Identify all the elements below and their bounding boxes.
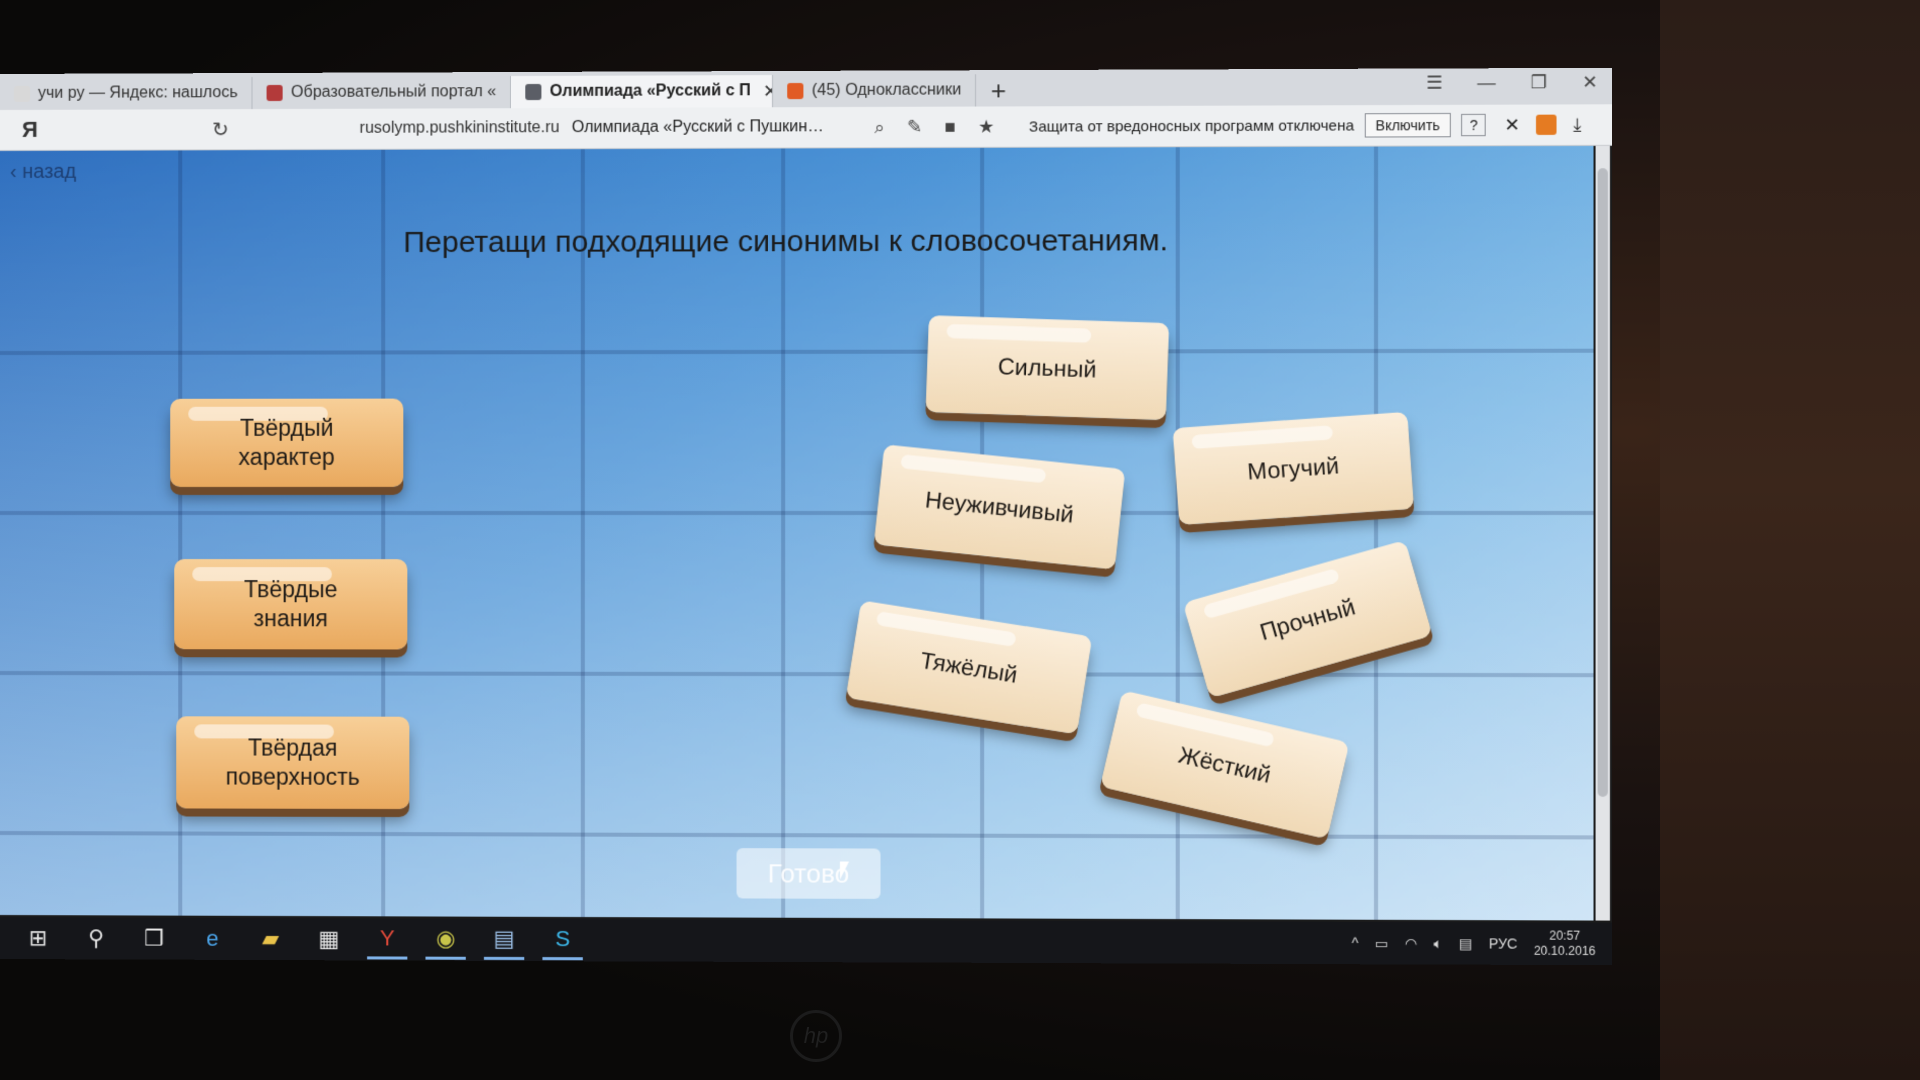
yandex-browser-icon[interactable]: Y <box>367 919 407 959</box>
grid-line <box>0 831 1594 839</box>
option-card-label: Жёсткий <box>1176 740 1274 789</box>
pin-icon[interactable]: ✎ <box>907 116 922 137</box>
enable-protection-button[interactable]: Включить <box>1364 113 1451 138</box>
portal-favicon-icon <box>267 85 283 101</box>
store-icon[interactable]: ▦ <box>309 919 349 959</box>
skype-icon[interactable]: S <box>542 920 582 960</box>
hp-logo-icon: hp <box>790 1010 842 1062</box>
option-card-label: Могучий <box>1246 451 1340 486</box>
close-window-icon[interactable]: ✕ <box>1582 72 1598 93</box>
scrollbar-thumb[interactable] <box>1598 168 1608 797</box>
target-card-label: Твёрдый характер <box>216 414 357 472</box>
browser-tab-bar: учи ру — Яндекс: нашлось Образовательный… <box>0 68 1612 110</box>
tab-label: Олимпиада «Русский с П <box>550 82 751 101</box>
option-card-tyazhelyy[interactable]: Тяжёлый <box>846 600 1093 734</box>
system-tray: ^ ▭ ◠ 🔈︎ ▤ РУС 20:57 20.10.2016 <box>1352 928 1612 959</box>
restore-icon[interactable]: ❐ <box>1531 72 1548 93</box>
new-tab-button[interactable]: + <box>976 74 1020 106</box>
room-background <box>1660 0 1920 1080</box>
window-controls: ☰ — ❐ ✕ <box>1426 72 1598 94</box>
mouse-cursor-icon <box>840 862 849 880</box>
menu-icon[interactable]: ☰ <box>1426 72 1443 93</box>
chevron-left-icon: ‹ <box>10 161 22 183</box>
grid-line <box>0 671 1594 677</box>
volume-icon[interactable]: 🔈︎ <box>1434 935 1443 952</box>
windows-taskbar: ⊞ ⚲ ❒ e ▰ ▦ Y ◉ ▤ S ^ ▭ ◠ 🔈︎ ▤ РУС 20:57… <box>0 917 1612 965</box>
option-card-moguchiy[interactable]: Могучий <box>1173 412 1414 525</box>
tab-label: Образовательный портал « <box>291 83 496 102</box>
close-warning-icon[interactable]: ✕ <box>1504 114 1519 135</box>
search-icon[interactable]: ⚲ <box>76 918 116 958</box>
grid-line <box>0 349 1594 355</box>
grid-line <box>781 148 785 917</box>
tab-label: (45) Одноклассники <box>812 81 961 100</box>
app-globe-icon[interactable]: ◉ <box>425 919 465 959</box>
tab-yandex-search[interactable]: учи ру — Яндекс: нашлось <box>0 77 253 110</box>
minimize-icon[interactable]: — <box>1477 72 1495 93</box>
option-card-neuzhivchivyy[interactable]: Неуживчивый <box>874 444 1125 569</box>
help-button[interactable]: ? <box>1461 114 1485 136</box>
clock[interactable]: 20:57 20.10.2016 <box>1534 928 1596 959</box>
language-indicator[interactable]: РУС <box>1489 935 1518 951</box>
back-link[interactable]: ‹ назад <box>10 161 76 184</box>
tab-education-portal[interactable]: Образовательный портал « <box>253 76 512 109</box>
star-icon[interactable]: ★ <box>978 116 994 137</box>
back-label: назад <box>22 161 76 183</box>
option-card-label: Сильный <box>997 352 1097 384</box>
grid-line <box>1374 147 1378 920</box>
option-card-zhestkiy[interactable]: Жёсткий <box>1100 690 1349 839</box>
address-icons: ⌕ ✎ ■ ★ <box>874 116 994 138</box>
page-title-text: Олимпиада «Русский с Пушкин… <box>572 118 824 137</box>
clock-date: 20.10.2016 <box>1534 944 1596 959</box>
ready-button[interactable]: Готово <box>737 848 881 899</box>
wifi-icon[interactable]: ◠ <box>1405 935 1418 952</box>
odnoklassniki-favicon-icon <box>787 83 803 99</box>
chevron-up-icon[interactable]: ^ <box>1352 935 1359 951</box>
app-document-icon[interactable]: ▤ <box>484 920 524 960</box>
yandex-favicon-icon <box>14 86 30 102</box>
option-card-label: Тяжёлый <box>918 645 1019 689</box>
download-icon[interactable]: ⤓ <box>1573 114 1581 135</box>
url-text[interactable]: rusolymp.pushkininstitute.ru <box>360 119 560 138</box>
tab-olympiad[interactable]: Олимпиада «Русский с П ✕ <box>511 75 773 108</box>
olympiad-favicon-icon <box>526 84 542 100</box>
page-scrollbar[interactable] <box>1596 146 1610 921</box>
target-card-label: Твёрдая поверхность <box>207 734 378 792</box>
lock-icon[interactable]: ■ <box>945 116 956 137</box>
file-explorer-icon[interactable]: ▰ <box>250 919 290 959</box>
option-card-silnyy[interactable]: Сильный <box>926 315 1170 420</box>
battery-icon[interactable]: ▭ <box>1375 934 1389 951</box>
windows-start-icon[interactable]: ⊞ <box>18 918 58 958</box>
edge-browser-icon[interactable]: e <box>192 919 232 959</box>
instruction-text: Перетащи подходящие синонимы к словосоче… <box>403 224 1168 260</box>
zoom-icon[interactable]: ⌕ <box>874 116 884 137</box>
tab-odnoklassniki[interactable]: (45) Одноклассники <box>773 74 976 107</box>
target-card-tverdye-znaniya[interactable]: Твёрдые знания <box>174 559 407 649</box>
task-view-icon[interactable]: ❒ <box>134 918 174 958</box>
game-area: ‹ назад Перетащи подходящие синонимы к с… <box>0 146 1594 921</box>
yandex-logo[interactable]: Я <box>22 117 38 143</box>
target-card-tverdaya-poverkhnost[interactable]: Твёрдая поверхность <box>176 716 409 809</box>
address-bar: Я ↻ rusolymp.pushkininstitute.ru Олимпиа… <box>0 104 1612 151</box>
protection-warning: Защита от вредоносных программ отключена <box>1029 117 1354 135</box>
extension-icon[interactable] <box>1536 115 1557 135</box>
tab-label: учи ру — Яндекс: нашлось <box>38 84 238 103</box>
option-card-label: Неуживчивый <box>924 485 1076 529</box>
notification-icon[interactable]: ▤ <box>1459 935 1473 952</box>
grid-line <box>581 149 585 917</box>
clock-time: 20:57 <box>1534 928 1596 943</box>
tab-close-icon[interactable]: ✕ <box>763 81 773 102</box>
laptop-screen: учи ру — Яндекс: нашлось Образовательный… <box>0 68 1612 965</box>
target-card-label: Твёрдые знания <box>230 575 351 633</box>
target-card-tverdyy-kharakter[interactable]: Твёрдый характер <box>170 399 403 487</box>
reload-icon[interactable]: ↻ <box>212 117 229 142</box>
